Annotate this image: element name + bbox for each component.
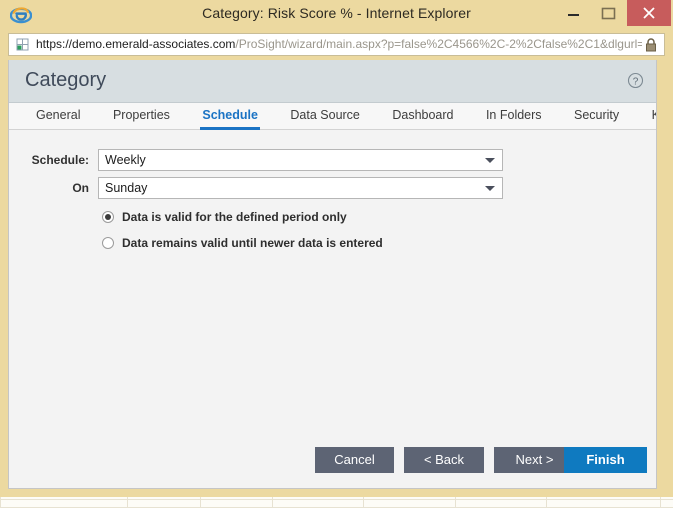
tab-knowledge[interactable]: Knowledge [638, 103, 656, 130]
radio-option-until-newer-label: Data remains valid until newer data is e… [122, 236, 383, 250]
wizard-footer: Cancel < Back Next > Finish [9, 439, 656, 486]
tab-general[interactable]: General [22, 103, 94, 130]
close-button[interactable] [627, 0, 671, 26]
on-select-value: Sunday [105, 181, 148, 195]
lock-icon [644, 37, 658, 53]
title-bar: Category: Risk Score % - Internet Explor… [0, 0, 673, 30]
schedule-form: Schedule: Weekly On Sunday Data is valid… [9, 130, 656, 486]
schedule-label: Schedule: [31, 153, 89, 167]
schedule-select[interactable]: Weekly [98, 149, 503, 171]
page-title: Category [25, 69, 107, 91]
page-header: Category ? [9, 60, 656, 103]
radio-button-icon[interactable] [102, 211, 114, 223]
chevron-down-icon [485, 158, 495, 163]
on-label: On [72, 181, 89, 195]
help-question-icon[interactable]: ? [627, 72, 644, 89]
tab-data-source[interactable]: Data Source [276, 103, 373, 130]
finish-button[interactable]: Finish [564, 447, 647, 473]
radio-option-defined-period-label: Data is valid for the defined period onl… [122, 210, 347, 224]
minimize-button[interactable] [558, 0, 588, 26]
svg-text:?: ? [633, 76, 639, 87]
back-button[interactable]: < Back [404, 447, 484, 473]
on-select[interactable]: Sunday [98, 177, 503, 199]
tab-properties[interactable]: Properties [99, 103, 184, 130]
schedule-field-row: Schedule: Weekly [9, 149, 656, 171]
tab-security[interactable]: Security [560, 103, 633, 130]
address-bar[interactable]: https://demo.emerald-associates.com/ProS… [8, 33, 665, 56]
tab-schedule[interactable]: Schedule [188, 103, 272, 130]
address-bar-url: https://demo.emerald-associates.com/ProS… [36, 34, 642, 55]
cancel-button[interactable]: Cancel [315, 447, 394, 473]
maximize-button[interactable] [593, 0, 623, 26]
site-favicon-icon [15, 37, 31, 53]
browser-window: Category: Risk Score % - Internet Explor… [0, 0, 673, 497]
tab-dashboard[interactable]: Dashboard [378, 103, 467, 130]
radio-button-icon[interactable] [102, 237, 114, 249]
tab-bar: General Properties Schedule Data Source … [9, 103, 656, 130]
chevron-down-icon [485, 186, 495, 191]
tab-in-folders[interactable]: In Folders [472, 103, 556, 130]
url-path: /ProSight/wizard/main.aspx?p=false%2C456… [235, 37, 642, 51]
screenshot-root: Category: Risk Score % - Internet Explor… [0, 0, 673, 508]
page-content: Category ? General Properties Schedule D… [8, 60, 657, 489]
on-field-row: On Sunday [9, 177, 656, 199]
schedule-select-value: Weekly [105, 153, 146, 167]
next-button[interactable]: Next > [494, 447, 575, 473]
url-host: https://demo.emerald-associates.com [36, 37, 236, 51]
